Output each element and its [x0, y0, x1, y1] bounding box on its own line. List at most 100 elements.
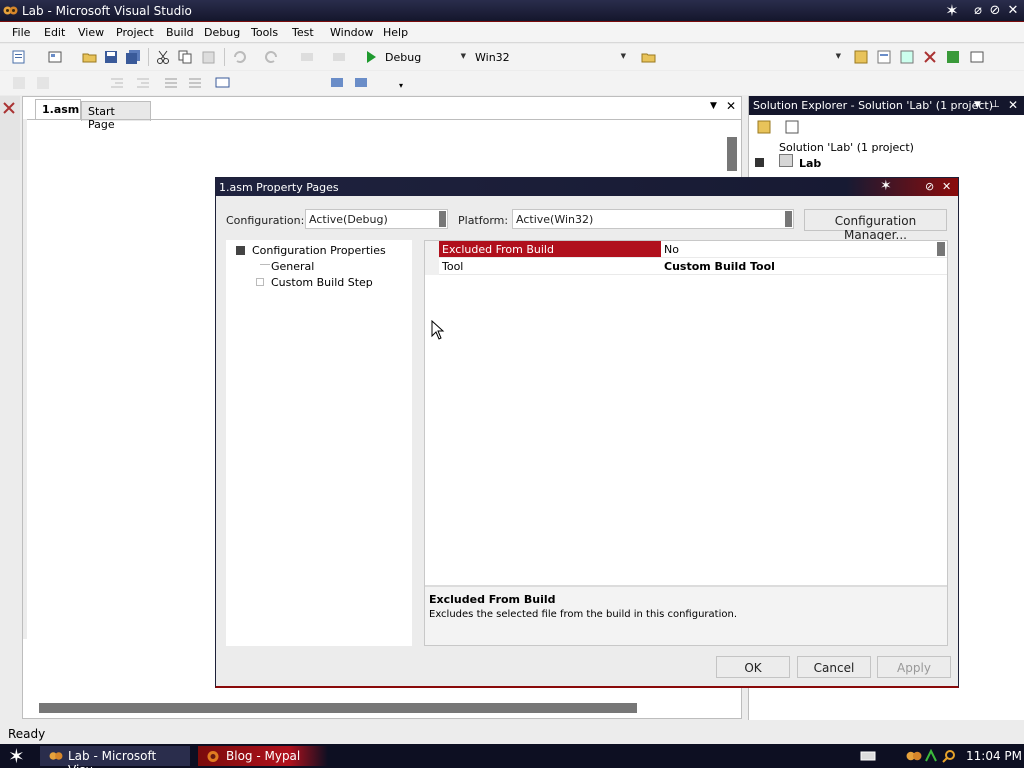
cut-icon[interactable]: [156, 50, 171, 64]
window-title: Lab - Microsoft Visual Studio: [22, 4, 192, 18]
collapse-icon[interactable]: [236, 246, 245, 255]
property-grid: Excluded From Build No Tool Custom Build…: [424, 240, 948, 646]
tree-item-general[interactable]: General: [271, 260, 314, 273]
pin-icon[interactable]: ⊥: [991, 99, 1000, 110]
keyboard-icon[interactable]: [860, 750, 876, 762]
save-all-icon[interactable]: [126, 50, 141, 64]
paste-icon[interactable]: [202, 50, 217, 64]
chevron-down-icon[interactable]: ▾: [399, 81, 403, 90]
start-debugging-icon[interactable]: [364, 50, 379, 64]
copy-icon[interactable]: [178, 50, 193, 64]
vertical-scrollbar-thumb[interactable]: [727, 137, 737, 171]
navigate-forward-icon[interactable]: [332, 50, 347, 64]
task-mypal[interactable]: Blog - Mypal: [198, 746, 328, 766]
next-bookmark-icon[interactable]: [354, 76, 369, 90]
property-value[interactable]: Custom Build Tool: [664, 260, 775, 273]
clock: 11:04 PM: [966, 749, 1022, 763]
search-icon[interactable]: [942, 749, 956, 763]
navigate-backward-icon[interactable]: [300, 50, 315, 64]
find-in-files-icon[interactable]: [641, 50, 656, 64]
member-list-icon[interactable]: [36, 76, 51, 90]
configuration-manager-button[interactable]: Configuration Manager...: [804, 209, 947, 242]
chevron-down-icon[interactable]: ▼: [974, 100, 981, 110]
task-label: Lab - Microsoft Visu...: [68, 749, 157, 768]
status-bar: Ready: [0, 724, 1024, 744]
properties-window-icon[interactable]: [877, 50, 892, 64]
solution-explorer-icon[interactable]: [854, 50, 869, 64]
dropdown-button[interactable]: [439, 211, 446, 227]
task-visual-studio[interactable]: Lab - Microsoft Visu...: [40, 746, 190, 768]
outdent-icon[interactable]: [110, 76, 125, 90]
visual-studio-tray-icon[interactable]: [906, 749, 922, 763]
expand-icon[interactable]: [256, 278, 264, 286]
display-object-icon[interactable]: [12, 76, 27, 90]
open-folder-icon[interactable]: [82, 50, 97, 64]
tree-item-solution[interactable]: Solution 'Lab' (1 project): [779, 141, 914, 154]
menu-file[interactable]: File: [12, 26, 30, 39]
ok-button[interactable]: OK: [716, 656, 790, 678]
scrollbar-thumb[interactable]: [937, 242, 945, 256]
menu-edit[interactable]: Edit: [44, 26, 65, 39]
close-icon[interactable]: ✕: [1008, 98, 1018, 112]
close-button[interactable]: ✕: [1005, 3, 1021, 18]
horizontal-scrollbar-thumb[interactable]: [39, 703, 637, 713]
toolbox-icon[interactable]: [923, 50, 938, 64]
uncomment-icon[interactable]: [188, 76, 203, 90]
toolbox-icon[interactable]: [2, 101, 17, 115]
redo-icon[interactable]: [264, 50, 279, 64]
menu-bar: File Edit View Project Build Debug Tools…: [0, 22, 1024, 43]
new-project-icon[interactable]: [12, 50, 27, 64]
dropdown-button[interactable]: [785, 211, 792, 227]
menu-view[interactable]: View: [78, 26, 104, 39]
property-value[interactable]: No: [664, 243, 679, 256]
comment-out-icon[interactable]: [164, 76, 179, 90]
apply-button[interactable]: Apply: [877, 656, 951, 678]
solution-configuration-dropdown[interactable]: Debug ▼: [380, 48, 470, 66]
tree-item-lab[interactable]: Lab: [799, 157, 821, 170]
dialog-close-button[interactable]: ✕: [942, 180, 951, 193]
cancel-button[interactable]: Cancel: [797, 656, 871, 678]
indent-icon[interactable]: [136, 76, 151, 90]
menu-help[interactable]: Help: [383, 26, 408, 39]
description-pane: Excluded From Build Excludes the selecte…: [425, 585, 947, 645]
properties-icon[interactable]: [757, 120, 772, 134]
tree-item-label: Lab: [799, 157, 822, 170]
expand-icon[interactable]: [755, 158, 764, 167]
menu-window[interactable]: Window: [330, 26, 373, 39]
object-browser-icon[interactable]: [900, 50, 915, 64]
start-button[interactable]: ✶: [8, 744, 25, 768]
close-document-icon[interactable]: ✕: [726, 99, 736, 113]
save-icon[interactable]: [104, 50, 119, 64]
tree-item-custom-build-step[interactable]: Custom Build Step: [271, 276, 373, 289]
network-icon[interactable]: [924, 749, 938, 763]
menu-project[interactable]: Project: [116, 26, 154, 39]
find-combo[interactable]: ▼: [660, 48, 845, 66]
visual-studio-icon: [3, 6, 18, 15]
star-icon: ✶: [880, 178, 892, 194]
editor-margin: [23, 119, 27, 639]
menu-build[interactable]: Build: [166, 26, 194, 39]
show-all-files-icon[interactable]: [785, 120, 800, 134]
menu-debug[interactable]: Debug: [204, 26, 240, 39]
window-layout-icon[interactable]: [970, 50, 985, 64]
minimize-button[interactable]: ⌀: [970, 3, 986, 18]
menu-tools[interactable]: Tools: [251, 26, 278, 39]
help-button[interactable]: ⊘: [925, 180, 934, 193]
configuration-dropdown[interactable]: Active(Debug): [305, 209, 448, 229]
property-row[interactable]: Tool Custom Build Tool: [425, 258, 947, 275]
property-row[interactable]: Excluded From Build No: [425, 241, 947, 258]
toggle-bookmark-icon[interactable]: [215, 76, 230, 90]
platform-dropdown[interactable]: Active(Win32): [512, 209, 794, 229]
restore-button[interactable]: ⊘: [987, 3, 1003, 18]
solution-platform-dropdown[interactable]: Win32 ▼: [470, 48, 630, 66]
chevron-down-icon[interactable]: ▼: [710, 101, 717, 111]
start-page-icon[interactable]: [946, 50, 961, 64]
undo-icon[interactable]: [232, 50, 247, 64]
previous-bookmark-icon[interactable]: [330, 76, 345, 90]
add-item-icon[interactable]: [48, 50, 63, 64]
menu-test[interactable]: Test: [292, 26, 314, 39]
tree-item-configuration-properties[interactable]: Configuration Properties: [252, 244, 386, 257]
tab-start-page[interactable]: Start Page: [81, 101, 151, 131]
solution-explorer-title: Solution Explorer - Solution 'Lab' (1 pr…: [753, 99, 994, 112]
tab-1-asm[interactable]: 1.asm: [35, 99, 81, 119]
